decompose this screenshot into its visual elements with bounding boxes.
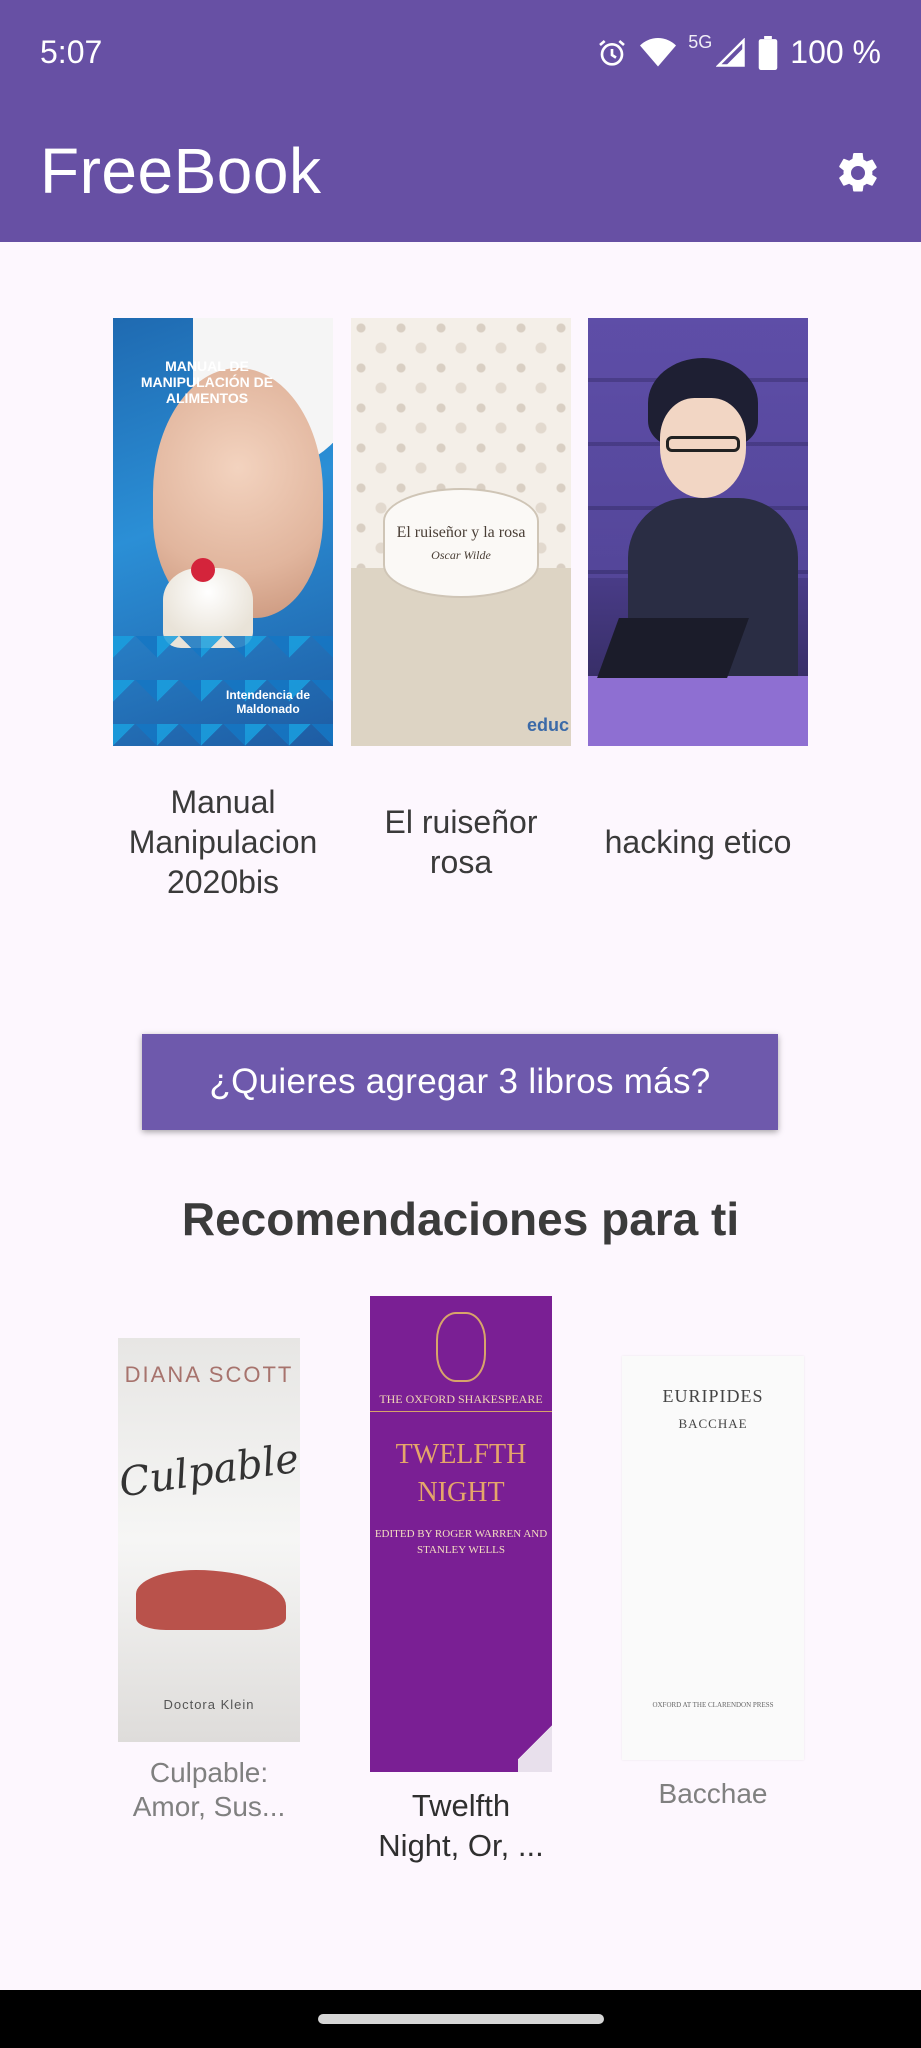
cover-title-text: Culpable [118,1435,300,1507]
library-book[interactable]: hacking etico [588,318,808,902]
status-bar: 5:07 5G 100 % [0,0,921,108]
home-gesture-handle[interactable] [318,2014,604,2024]
battery-icon [758,35,778,70]
cover-footer-text: Doctora Klein [163,1697,255,1712]
recommendation-title[interactable]: Bacchae [622,1774,804,1814]
app-bar: FreeBook [0,108,921,242]
cover-publisher-text: educ [526,715,569,735]
gear-icon [834,149,882,202]
cover-author-text: Oscar Wilde [431,547,491,562]
signal-icon [716,37,746,68]
cover-title-text: BACCHAE [678,1416,748,1431]
recommendations-heading: Recomendaciones para ti [181,1193,740,1245]
cover-title-text: TWELFTH NIGHT [395,1439,527,1508]
alarm-icon [596,37,628,69]
book-cover[interactable]: DIANA SCOTT Culpable Doctora Klein [118,1338,300,1742]
library-book[interactable]: El ruiseñor y la rosa Oscar Wilde educ E… [351,318,571,902]
book-cover[interactable]: THE OXFORD SHAKESPEARE TWELFTH NIGHT EDI… [370,1296,552,1772]
app-title: FreeBook [40,135,322,207]
add-books-button[interactable]: ¿Quieres agregar 3 libros más? [142,1034,778,1130]
cover-title-text: El ruiseñor y la rosa [396,523,526,541]
cover-publisher-text: THE OXFORD SHAKESPEARE [370,1392,552,1412]
recommendation-item[interactable]: DIANA SCOTT Culpable Doctora Klein Culpa… [118,1338,300,1824]
book-cover[interactable] [588,318,808,746]
battery-percent: 100 % [790,34,881,70]
cover-footer-text: Intendencia de Maldonado [225,688,311,716]
system-nav-bar [0,1990,921,2048]
cover-publisher-text: OXFORD AT THE CLARENDON PRESS [652,1701,774,1709]
wifi-icon [640,37,677,68]
settings-button[interactable] [823,140,893,210]
book-cover[interactable]: El ruiseñor y la rosa Oscar Wilde educ [351,318,571,746]
network-type: 5G [688,32,713,52]
status-time: 5:07 [40,34,103,70]
book-title[interactable]: hacking etico [588,782,808,902]
cover-author-text: DIANA SCOTT [124,1362,294,1387]
book-title[interactable]: Manual Manipulacion 2020bis [113,782,333,902]
cover-editors-text: EDITED BY ROGER WARREN AND STANLEY WELLS [374,1528,548,1556]
book-cover[interactable]: MANUAL DE MANIPULACIÓN DE ALIMENTOS Inte… [113,318,333,746]
recommendation-title[interactable]: Twelfth Night, Or, ... [370,1786,552,1866]
status-icons: 5G 100 % [596,32,881,71]
cover-author-text: EURIPIDES [662,1386,764,1406]
cover-title-text: MANUAL DE MANIPULACIÓN DE ALIMENTOS [140,358,274,406]
recommendation-item[interactable]: THE OXFORD SHAKESPEARE TWELFTH NIGHT EDI… [370,1296,552,1866]
book-cover[interactable]: EURIPIDES BACCHAE OXFORD AT THE CLARENDO… [622,1356,804,1760]
recommendation-item[interactable]: EURIPIDES BACCHAE OXFORD AT THE CLARENDO… [622,1356,804,1814]
library-book[interactable]: MANUAL DE MANIPULACIÓN DE ALIMENTOS Inte… [113,318,333,902]
recommendation-title[interactable]: Culpable: Amor, Sus... [118,1756,300,1824]
book-title[interactable]: El ruiseñor rosa [351,782,571,902]
library-books: MANUAL DE MANIPULACIÓN DE ALIMENTOS Inte… [0,318,921,918]
